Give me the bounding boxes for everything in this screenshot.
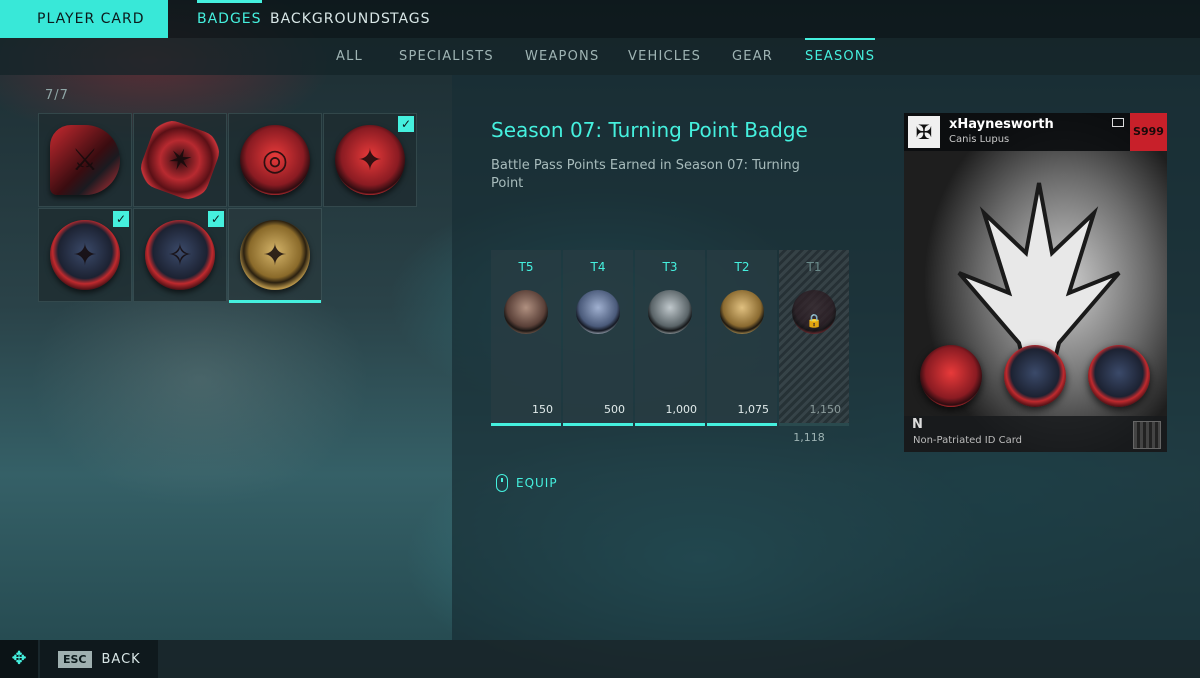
badge-title: Season 07: Turning Point Badge (491, 118, 808, 142)
top-nav-bar (0, 0, 1200, 38)
tier-points: 500 (604, 403, 625, 416)
tier-label: T1 (806, 260, 822, 274)
avatar: ✠ (908, 116, 940, 148)
current-points: 1,118 (793, 431, 825, 444)
tier-points: 150 (532, 403, 553, 416)
collection-count: 7/7 (45, 88, 69, 103)
subtab-weapons[interactable]: WEAPONS (525, 38, 599, 75)
target-badge-icon: ◎ (240, 125, 310, 195)
gold-turning-point-badge-icon: ✦ (240, 220, 310, 290)
tier-label: T5 (518, 260, 534, 274)
specialist-name: Canis Lupus (949, 134, 1010, 145)
tier-points: 1,075 (737, 403, 770, 416)
equip-label: EQUIP (516, 476, 558, 490)
equipped-check-icon: ✓ (113, 211, 129, 227)
card-badge-1-icon (920, 345, 982, 407)
spiky-badge-icon: ✶ (135, 115, 225, 205)
tier-t4[interactable]: T4 500 (563, 250, 633, 426)
subtab-seasons[interactable]: SEASONS (805, 38, 876, 75)
subtab-all[interactable]: ALL (336, 38, 363, 75)
card-badge-2-icon (1004, 345, 1066, 407)
card-header: ✠ xHaynesworth Canis Lupus S999 (904, 113, 1167, 151)
equip-button[interactable]: EQUIP (496, 474, 558, 492)
tab-badges[interactable]: BADGES (197, 0, 262, 38)
player-card-tab[interactable]: PLAYER CARD (0, 0, 168, 38)
subtab-gear[interactable]: GEAR (732, 38, 773, 75)
card-footer-text: Non-Patriated ID Card (913, 435, 1023, 446)
tier-label: T2 (734, 260, 750, 274)
wing-badge-icon: ✧ (145, 220, 215, 290)
tier-label: T4 (590, 260, 606, 274)
rank-badge: S999 (1130, 113, 1167, 151)
tier-points: 1,000 (665, 403, 698, 416)
bottom-bar (0, 640, 1200, 678)
gold-badge-icon (720, 290, 764, 334)
tier-t2[interactable]: T2 1,075 (707, 250, 777, 426)
pc-platform-icon (1112, 118, 1124, 127)
shield-badge-icon: ⚔ (50, 125, 120, 195)
tier-t3[interactable]: T3 1,000 (635, 250, 705, 426)
subtab-vehicles[interactable]: VEHICLES (628, 38, 701, 75)
badge-tile-red-emblem[interactable]: ✦ ✓ (323, 113, 417, 207)
tab-tags[interactable]: TAGS (390, 0, 431, 38)
equipped-check-icon: ✓ (208, 211, 224, 227)
dpad-icon: ✥ (0, 640, 38, 678)
mouse-icon (496, 474, 508, 492)
equipped-check-icon: ✓ (398, 116, 414, 132)
lock-icon: 🔒 (806, 314, 823, 329)
badge-tile-turning-point[interactable]: ✦ (228, 208, 322, 303)
badge-tile-wing[interactable]: ✧ ✓ (133, 208, 227, 302)
silver-badge-icon (576, 290, 620, 334)
esc-key: ESC (58, 650, 92, 668)
platinum-badge-icon (648, 290, 692, 334)
player-name: xHaynesworth (949, 117, 1054, 132)
category-bar (0, 38, 1200, 75)
player-card-preview: ✠ xHaynesworth Canis Lupus S999 N Non-Pa… (904, 113, 1167, 452)
card-badge-3-icon (1088, 345, 1150, 407)
tier-points: 1,150 (809, 403, 842, 416)
eagle-badge-icon: ✦ (50, 220, 120, 290)
badge-tile-target[interactable]: ◎ (228, 113, 322, 207)
badge-tile-eagle[interactable]: ✦ ✓ (38, 208, 132, 302)
red-emblem-badge-icon: ✦ (335, 125, 405, 195)
qr-code-icon (1133, 421, 1161, 449)
back-label: BACK (101, 651, 141, 667)
tier-label: T3 (662, 260, 678, 274)
badge-tile-spiky[interactable]: ✶ (133, 113, 227, 207)
nxc-logo-icon: N (912, 417, 923, 432)
subtab-specialists[interactable]: SPECIALISTS (399, 38, 494, 75)
bronze-badge-icon (504, 290, 548, 334)
badge-description: Battle Pass Points Earned in Season 07: … (491, 158, 800, 191)
tier-t5[interactable]: T5 150 (491, 250, 561, 426)
badge-tile-shield[interactable]: ⚔ (38, 113, 132, 207)
tab-backgrounds[interactable]: BACKGROUNDS (270, 0, 391, 38)
card-footer: N Non-Patriated ID Card (904, 416, 1167, 452)
tier-t1[interactable]: T1 🔒 1,150 (779, 250, 849, 426)
back-button[interactable]: ESC BACK (40, 640, 158, 678)
